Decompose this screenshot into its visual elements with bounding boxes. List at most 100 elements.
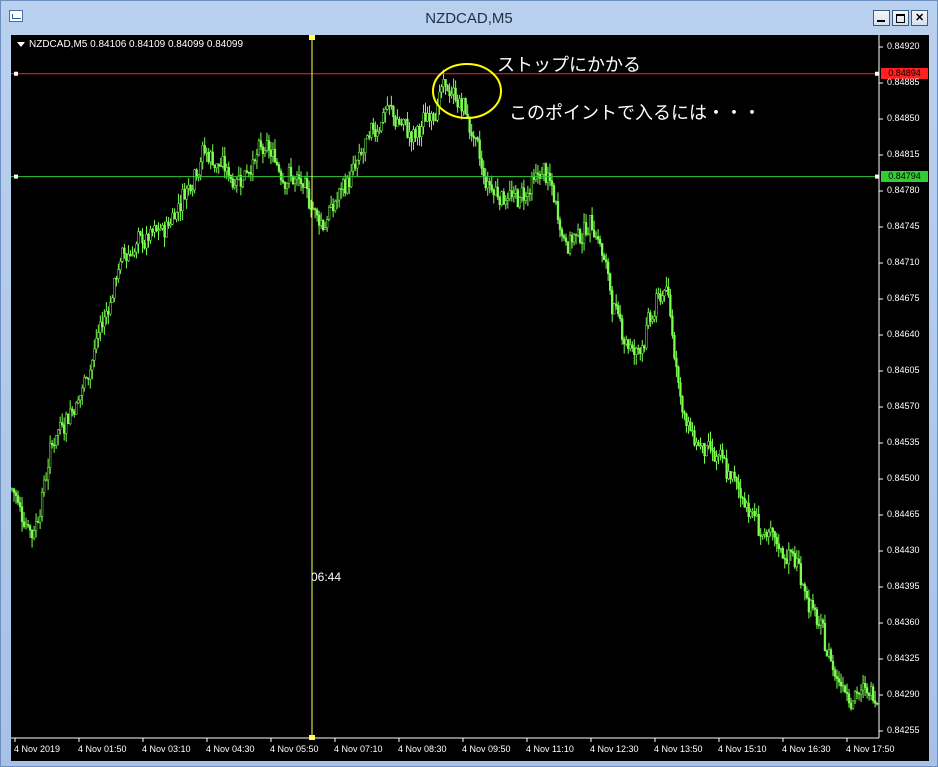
candle-body: [350, 170, 353, 188]
candle-body: [327, 207, 331, 220]
candle-body: [687, 421, 690, 426]
candle-body: [155, 225, 158, 232]
candle-body: [223, 156, 226, 172]
candle-body: [516, 189, 519, 208]
candle-body: [321, 220, 325, 230]
candle-body: [57, 429, 60, 436]
price-tick-label: 0.84640: [887, 329, 920, 339]
candle-body: [261, 146, 265, 155]
candle-body: [526, 192, 530, 197]
candle-body: [472, 135, 475, 138]
candle-body: [669, 294, 672, 317]
candle-body: [502, 191, 505, 205]
candle-body: [225, 167, 228, 172]
candle-body: [44, 479, 48, 482]
price-tick-label: 0.84535: [887, 437, 920, 447]
candle-body: [99, 321, 102, 333]
candle-body: [592, 229, 596, 238]
candle-body: [342, 179, 345, 190]
time-tick-label: 4 Nov 2019: [14, 744, 61, 754]
price-tick-label: 0.84360: [887, 617, 920, 627]
candle-body: [470, 132, 473, 137]
chart-canvas[interactable]: [11, 35, 929, 761]
candle-body: [673, 335, 676, 359]
candle-body: [699, 445, 702, 447]
candle-body: [737, 481, 740, 489]
price-chart[interactable]: NZDCAD,M5 0.84106 0.84109 0.84099 0.8409…: [11, 35, 929, 761]
candle-body: [167, 221, 170, 226]
candle-body: [731, 471, 734, 480]
candle-body: [307, 188, 311, 209]
candle-body: [843, 685, 847, 693]
candle-body: [65, 413, 68, 434]
candle-body: [119, 261, 122, 271]
candle-body: [582, 222, 586, 244]
close-button[interactable]: [911, 10, 928, 26]
candle-body: [263, 150, 267, 155]
candle-body: [763, 532, 766, 535]
candle-body: [237, 175, 240, 180]
candle-body: [28, 525, 32, 531]
price-tick-label: 0.84395: [887, 581, 920, 591]
candle-body: [590, 215, 594, 231]
candle-body: [121, 247, 124, 262]
candle-body: [811, 600, 815, 609]
candle-body: [93, 348, 96, 361]
candle-body: [771, 527, 774, 532]
candle-body: [500, 191, 503, 205]
candle-body: [677, 366, 680, 383]
candle-body: [779, 548, 782, 550]
candle-body: [793, 552, 796, 568]
candle-body: [765, 532, 768, 538]
candle-body: [506, 198, 509, 201]
candle-body: [362, 152, 365, 155]
candle-body: [651, 318, 654, 322]
candle-body: [277, 164, 281, 172]
candle-body: [791, 551, 794, 554]
time-tick-label: 4 Nov 03:10: [142, 744, 191, 754]
candle-body: [586, 233, 590, 236]
candle-body: [466, 113, 469, 117]
maximize-button[interactable]: [892, 10, 909, 26]
minimize-button[interactable]: [873, 10, 890, 26]
candle-body: [24, 524, 28, 527]
candle-body: [344, 179, 347, 194]
candle-body: [795, 558, 798, 568]
candle-body: [325, 219, 329, 228]
candle-body: [163, 225, 166, 238]
candle-body: [12, 488, 16, 494]
candle-body: [781, 548, 784, 559]
candle-body: [434, 119, 437, 122]
candle-body: [141, 233, 144, 244]
candle-body: [853, 691, 857, 702]
candle-body: [713, 450, 716, 462]
candle-body: [460, 98, 463, 112]
candle-body: [560, 229, 564, 236]
candle-body: [243, 170, 246, 181]
candle-body: [873, 700, 877, 704]
candle-body: [633, 347, 636, 355]
candle-body: [707, 441, 710, 447]
candle-body: [691, 430, 694, 432]
time-tick-label: 4 Nov 17:50: [846, 744, 895, 754]
candle-body: [77, 399, 80, 404]
dropdown-triangle-icon[interactable]: [17, 41, 25, 47]
candle-body: [177, 203, 180, 213]
candle-body: [615, 303, 618, 306]
candle-body: [356, 160, 359, 169]
candle-body: [514, 189, 517, 194]
candle-body: [408, 131, 411, 138]
candle-body: [518, 197, 521, 208]
candle-body: [175, 212, 178, 220]
candle-body: [137, 231, 140, 245]
candle-body: [191, 189, 194, 192]
candle-body: [655, 293, 658, 317]
candle-body: [797, 558, 800, 564]
candle-body: [346, 177, 349, 194]
candle-body: [207, 152, 210, 163]
title-bar[interactable]: NZDCAD,M5: [1, 1, 937, 35]
candle-body: [681, 396, 684, 413]
candle-body: [131, 254, 134, 257]
candle-body: [611, 290, 614, 315]
candle-body: [113, 277, 116, 299]
